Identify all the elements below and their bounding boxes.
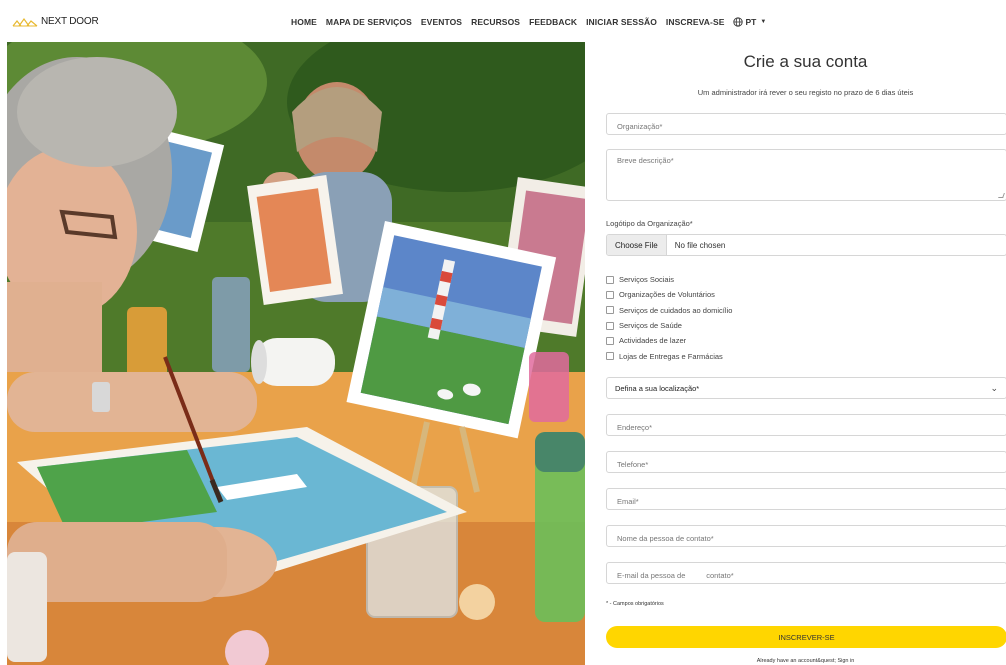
nav-login[interactable]: INICIAR SESSÃO bbox=[586, 17, 657, 27]
organization-input[interactable] bbox=[607, 116, 1006, 137]
description-field[interactable] bbox=[606, 149, 1006, 201]
address-input[interactable] bbox=[607, 417, 1006, 438]
category-option-volunteer[interactable]: Organizações de Voluntários bbox=[606, 287, 732, 302]
contact-name-field[interactable] bbox=[606, 525, 1006, 549]
nav-resources[interactable]: RECURSOS bbox=[471, 17, 520, 27]
hero-image bbox=[7, 42, 585, 665]
main-nav: HOME MAPA DE SERVIÇOS EVENTOS RECURSOS F… bbox=[291, 17, 766, 27]
category-option-leisure[interactable]: Actividades de lazer bbox=[606, 333, 732, 348]
chevron-down-icon: ⌄ bbox=[990, 382, 998, 393]
email-field[interactable] bbox=[606, 488, 1006, 512]
category-label: Actividades de lazer bbox=[619, 336, 687, 346]
signup-submit-button[interactable]: INSCREVER-SE bbox=[606, 626, 1006, 648]
location-select[interactable]: Defina a sua localização* ⌄ bbox=[606, 377, 1006, 399]
nav-events[interactable]: EVENTOS bbox=[421, 17, 462, 27]
category-option-homecare[interactable]: Serviços de cuidados ao domicílio bbox=[606, 303, 732, 318]
nav-feedback[interactable]: FEEDBACK bbox=[529, 17, 577, 27]
category-option-social[interactable]: Serviços Sociais bbox=[606, 272, 732, 287]
contact-email-input[interactable] bbox=[607, 565, 1006, 586]
checkbox[interactable] bbox=[606, 290, 614, 299]
language-code: PT bbox=[745, 17, 757, 27]
form-subtitle: Um administrador irá rever o seu registo… bbox=[697, 88, 914, 97]
category-option-delivery[interactable]: Lojas de Entregas e Farmácias bbox=[606, 348, 732, 363]
description-textarea[interactable] bbox=[607, 150, 1006, 200]
nav-service-map[interactable]: MAPA DE SERVIÇOS bbox=[326, 17, 412, 27]
nav-signup[interactable]: INSCREVA-SE bbox=[666, 17, 725, 27]
category-option-health[interactable]: Serviços de Saúde bbox=[606, 318, 732, 333]
category-label: Serviços Sociais bbox=[619, 275, 675, 285]
registration-form: Crie a sua conta Um administrador irá re… bbox=[605, 42, 1006, 665]
contact-email-field[interactable] bbox=[606, 562, 1006, 586]
location-select-value: Defina a sua localização* bbox=[615, 383, 700, 393]
site-header: NEXT DOOR HOME MAPA DE SERVIÇOS EVENTOS … bbox=[0, 0, 1006, 42]
organization-field[interactable] bbox=[606, 113, 1006, 137]
choose-file-button[interactable]: Choose File bbox=[607, 235, 667, 255]
checkbox[interactable] bbox=[606, 275, 614, 284]
phone-input[interactable] bbox=[607, 454, 1006, 475]
logo-file-field[interactable]: Choose File No file chosen bbox=[606, 234, 1006, 256]
category-label: Lojas de Entregas e Farmácias bbox=[619, 351, 723, 361]
contact-name-input[interactable] bbox=[607, 528, 1006, 549]
caret-down-icon: ▼ bbox=[760, 19, 767, 25]
checkbox[interactable] bbox=[606, 306, 614, 315]
checkbox[interactable] bbox=[606, 352, 614, 361]
form-title: Crie a sua conta bbox=[743, 52, 868, 71]
nav-home[interactable]: HOME bbox=[291, 17, 317, 27]
category-label: Organizações de Voluntários bbox=[619, 290, 715, 300]
checkbox[interactable] bbox=[606, 321, 614, 330]
signin-prompt[interactable]: Already have an account&quest; Sign in bbox=[605, 658, 1006, 664]
logo-label: Logótipo da Organização* bbox=[606, 219, 693, 228]
language-selector[interactable]: PT ▼ bbox=[733, 17, 766, 27]
logo-icon bbox=[12, 17, 38, 27]
address-field[interactable] bbox=[606, 414, 1006, 438]
brand-logo[interactable]: NEXT DOOR bbox=[12, 15, 99, 27]
checkbox[interactable] bbox=[606, 336, 614, 345]
category-checkbox-list: Serviços Sociais Organizações de Voluntá… bbox=[606, 272, 732, 364]
phone-field[interactable] bbox=[606, 451, 1006, 475]
file-status-text: No file chosen bbox=[674, 240, 726, 250]
category-label: Serviços de Saúde bbox=[619, 321, 682, 331]
painting-class-photo bbox=[7, 42, 585, 665]
globe-icon bbox=[733, 17, 744, 27]
required-fields-note: * - Campos obrigatórios bbox=[606, 601, 664, 607]
email-input[interactable] bbox=[607, 491, 1006, 512]
category-label: Serviços de cuidados ao domicílio bbox=[619, 305, 733, 315]
brand-name: NEXT DOOR bbox=[41, 15, 99, 27]
